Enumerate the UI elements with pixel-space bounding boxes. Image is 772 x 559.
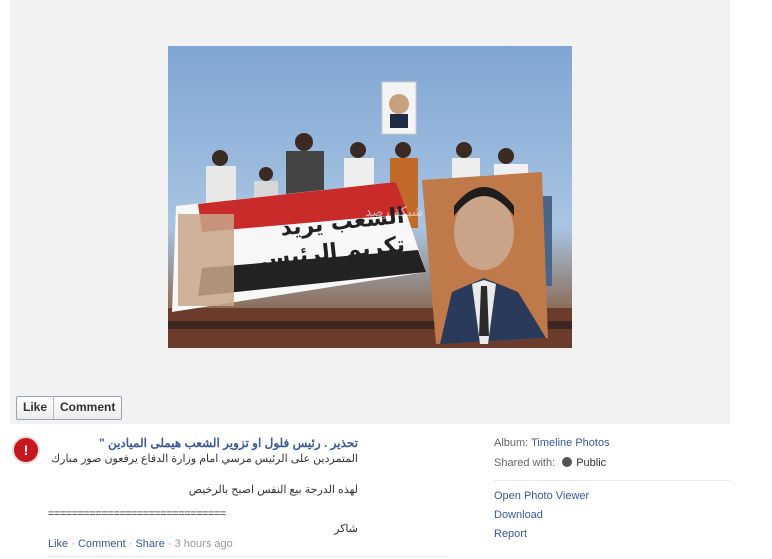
photo-illustration: الشعب يريد تكريم الرئيس شبكة رصد xyxy=(168,81,572,348)
post-signoff: شاكر xyxy=(334,523,358,535)
meta-like-link[interactable]: Like xyxy=(48,538,68,550)
album-link[interactable]: Timeline Photos xyxy=(531,437,609,449)
comment-button[interactable]: Comment xyxy=(53,397,121,419)
sidebar-divider xyxy=(494,480,730,481)
privacy-value[interactable]: Public xyxy=(576,457,606,469)
post-author-title[interactable]: تحذير . رئيس فلول او تزوير الشعب هيملى ا… xyxy=(48,436,358,450)
album-label: Album: xyxy=(494,437,529,449)
open-photo-viewer-link[interactable]: Open Photo Viewer xyxy=(494,489,730,503)
post-photo[interactable]: الشعب يريد تكريم الرئيس شبكة رصد xyxy=(168,46,572,348)
download-link[interactable]: Download xyxy=(494,508,730,522)
meta-dot: · xyxy=(167,538,172,550)
globe-icon xyxy=(562,457,573,467)
report-link[interactable]: Report xyxy=(494,527,730,541)
shared-with-label: Shared with: xyxy=(494,457,556,469)
post-divider xyxy=(48,556,448,557)
meta-timestamp[interactable]: 3 hours ago xyxy=(175,538,233,550)
page-avatar[interactable]: ! xyxy=(12,436,40,464)
meta-dot: · xyxy=(71,538,75,550)
post-meta: Like · Comment · Share · 3 hours ago xyxy=(48,538,233,550)
meta-dot: · xyxy=(128,538,133,550)
photo-actions: Like Comment xyxy=(16,396,123,420)
post-line-2: لهذه الدرجة بيع النفس اصبح بالرخيص xyxy=(188,484,358,496)
meta-share-link[interactable]: Share xyxy=(135,538,164,550)
photo-watermark: شبكة رصد xyxy=(365,205,422,220)
post-body: تحذير . رئيس فلول او تزوير الشعب هيملى ا… xyxy=(48,436,358,535)
like-button[interactable]: Like xyxy=(17,397,53,419)
post-separator: ============================== xyxy=(48,508,226,520)
portrait-poster xyxy=(422,172,548,344)
meta-comment-link[interactable]: Comment xyxy=(78,538,126,550)
post-line-1: المتمردين على الرئيس مرسي امام وزارة الد… xyxy=(51,453,358,465)
photo-sidebar: Album: Timeline Photos Shared with: Publ… xyxy=(494,436,730,546)
